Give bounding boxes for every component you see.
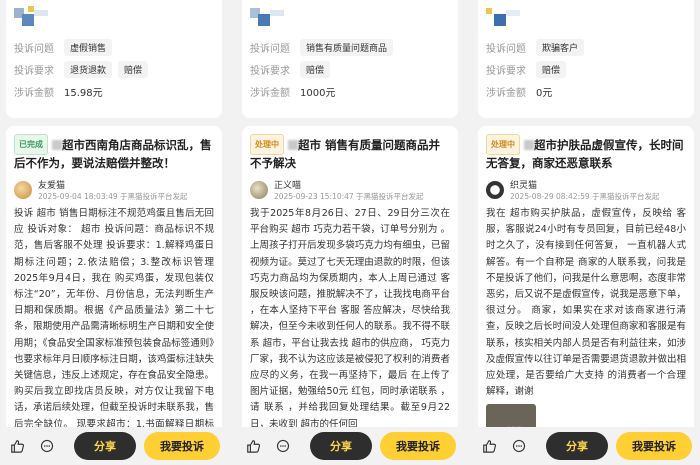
complaint-column-3: 投诉问题 欺骗客户 投诉要求 赔偿 涉诉金额 0元 处理中 超市护肤品虚假宣传，长时间无… [472,0,700,465]
complaint-title[interactable]: 处理中 超市 销售有质量问题商品并不予解决 [250,134,450,172]
complain-button[interactable]: 我要投诉 [380,432,456,460]
demand-label: 投诉要求 [486,65,526,77]
demand-tag: 赔偿 [300,60,331,78]
comment-icon[interactable] [510,437,528,455]
action-bar: 分享 我要投诉 [236,427,464,465]
complaint-body: 我在 超市购买护肤品，虚假宣传，反映给 客服，客服说24小时有专员回复，目前已经… [486,208,686,398]
demand-tag: 赔偿 [118,60,149,78]
issue-label: 投诉问题 [250,43,290,55]
amount-value: 1000元 [300,87,336,99]
issue-label: 投诉问题 [486,43,526,55]
amount-label: 涉诉金额 [250,87,290,99]
thumbs-up-icon[interactable] [244,437,262,455]
complaint-column-2: 投诉问题 销售有质量问题商品 投诉要求 赔偿 涉诉金额 1000元 处理中 超市 销售有… [236,0,464,465]
share-button[interactable]: 分享 [546,432,608,460]
status-badge: 处理中 [486,134,520,155]
complain-button[interactable]: 我要投诉 [616,432,692,460]
share-button[interactable]: 分享 [74,432,136,460]
complaint-column-1: 投诉问题 虚假销售 投诉要求 退货退款 赔偿 涉诉金额 15.98元 已完成 超市西南角店… [0,0,228,465]
feed-columns: 投诉问题 虚假销售 投诉要求 退货退款 赔偿 涉诉金额 15.98元 已完成 超市西南角店… [0,0,700,465]
demand-tag: 退货退款 [64,60,113,78]
post-time: 2025-08-29 08:42:59 于黑猫投诉平台发起 [510,192,660,201]
complaint-title[interactable]: 处理中 超市护肤品虚假宣传，长时间无答复，商家还恶意联系 [486,134,686,172]
redacted-text [52,140,62,150]
demand-tag: 赔偿 [536,60,567,78]
demand-label: 投诉要求 [14,65,54,77]
amount-value: 15.98元 [64,87,103,99]
share-button[interactable]: 分享 [310,432,372,460]
user-avatar[interactable] [250,181,268,199]
action-bar: 分享 我要投诉 [0,427,228,465]
amount-value: 0元 [536,87,553,99]
complaint-card[interactable]: 已完成 超市西南角店商品标识乱，售后不作为，要说法赔偿并整改！ 友爱猫 2025-0… [6,126,222,436]
user-info: 织灵猫 2025-08-29 08:42:59 于黑猫投诉平台发起 [486,178,686,202]
status-badge: 处理中 [250,134,284,155]
thumbs-up-icon[interactable] [480,437,498,455]
redacted-text [524,140,534,150]
user-name: 正义喵 [274,181,302,191]
issue-tag: 虚假销售 [64,38,113,56]
merchant-logo [250,6,284,28]
complaint-summary-card[interactable]: 投诉问题 虚假销售 投诉要求 退货退款 赔偿 涉诉金额 15.98元 [6,0,222,118]
post-time: 2025-09-04 18:03:49 于黑猫投诉平台发起 [38,192,188,201]
complain-button[interactable]: 我要投诉 [144,432,220,460]
user-info: 友爱猫 2025-09-04 18:03:49 于黑猫投诉平台发起 [14,178,214,202]
complaint-card[interactable]: 处理中 超市护肤品虚假宣传，长时间无答复，商家还恶意联系 织灵猫 2025-08-2… [478,126,694,436]
complaint-summary-card[interactable]: 投诉问题 欺骗客户 投诉要求 赔偿 涉诉金额 0元 [478,0,694,118]
merchant-logo [14,6,48,28]
comment-icon[interactable] [38,437,56,455]
user-name: 友爱猫 [38,181,66,191]
comment-icon[interactable] [274,437,292,455]
amount-label: 涉诉金额 [486,87,526,99]
user-info: 正义喵 2025-09-23 15:10:47 于黑猫投诉平台发起 [250,178,450,202]
issue-tag: 销售有质量问题商品 [300,38,394,56]
user-name: 织灵猫 [510,181,538,191]
complaint-body: 投诉 超市 销售日期标注不规范鸡蛋且售后无回应 投诉对象： 超市 投诉问题：商品… [14,208,214,436]
complaint-title[interactable]: 已完成 超市西南角店商品标识乱，售后不作为，要说法赔偿并整改！ [14,134,214,172]
thumbs-up-icon[interactable] [8,437,26,455]
complaint-body: 我于2025年8月26日、27日、29日分三次在 平台购买 超市 巧克力若干袋，… [250,208,450,430]
status-badge: 已完成 [14,134,48,155]
redacted-text [288,140,298,150]
issue-label: 投诉问题 [14,43,54,55]
complaint-card[interactable]: 处理中 超市 销售有质量问题商品并不予解决 正义喵 2025-09-23 15:10… [242,126,458,436]
post-time: 2025-09-23 15:10:47 于黑猫投诉平台发起 [274,192,424,201]
user-avatar[interactable] [14,181,32,199]
issue-tag: 欺骗客户 [536,38,585,56]
merchant-logo [486,6,520,28]
action-bar: 分享 我要投诉 [472,427,700,465]
amount-label: 涉诉金额 [14,87,54,99]
demand-label: 投诉要求 [250,65,290,77]
user-avatar[interactable] [486,181,504,199]
complaint-summary-card[interactable]: 投诉问题 销售有质量问题商品 投诉要求 赔偿 涉诉金额 1000元 [242,0,458,118]
